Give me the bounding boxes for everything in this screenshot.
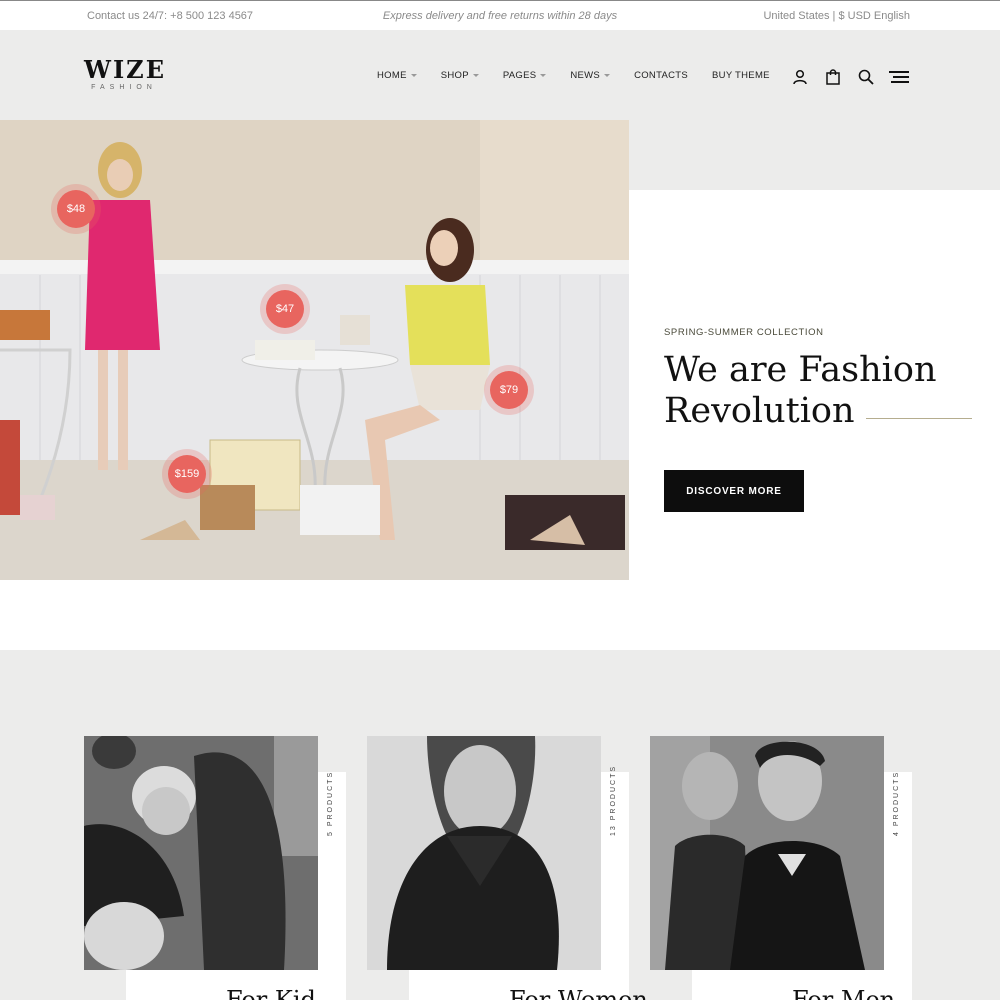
search-icon[interactable] bbox=[855, 66, 877, 88]
chevron-down-icon bbox=[540, 74, 547, 77]
category-count: 13 PRODUCTS bbox=[610, 764, 617, 836]
chevron-down-icon bbox=[604, 74, 611, 77]
locale-selector[interactable]: United States | $ USD English bbox=[763, 10, 910, 22]
logo-sub: FASHION bbox=[91, 84, 157, 91]
nav-shop[interactable]: SHOP bbox=[441, 70, 479, 81]
category-kid[interactable]: 5 PRODUCTS For Kid bbox=[84, 736, 349, 1000]
nav-contacts[interactable]: CONTACTS bbox=[634, 70, 688, 81]
main-nav: HOME SHOP PAGES NEWS CONTACTS BUY THEME bbox=[377, 70, 794, 81]
hero-title: We are Fashion Revolution bbox=[664, 350, 984, 432]
chevron-down-icon bbox=[410, 74, 417, 77]
category-women[interactable]: 13 PRODUCTS For Women bbox=[367, 736, 648, 1000]
hero-photo-illustration bbox=[0, 120, 629, 580]
top-bar: Contact us 24/7: +8 500 123 4567 Express… bbox=[0, 0, 1000, 30]
category-title[interactable]: For Kid bbox=[226, 986, 316, 1000]
category-men[interactable]: 4 PRODUCTS For Men bbox=[650, 736, 915, 1000]
category-image[interactable] bbox=[84, 736, 318, 970]
category-title[interactable]: For Women bbox=[509, 986, 648, 1000]
nav-home[interactable]: HOME bbox=[377, 70, 417, 81]
price-hotspot[interactable]: $159 bbox=[168, 455, 206, 493]
category-image[interactable] bbox=[367, 736, 601, 970]
price-hotspot[interactable]: $48 bbox=[57, 190, 95, 228]
category-count: 5 PRODUCTS bbox=[327, 770, 334, 836]
category-count: 4 PRODUCTS bbox=[893, 770, 900, 836]
nav-news[interactable]: NEWS bbox=[570, 70, 611, 81]
price-hotspot[interactable]: $47 bbox=[266, 290, 304, 328]
hero-text: SPRING-SUMMER COLLECTION We are Fashion … bbox=[664, 327, 984, 432]
hero-title-line1: We are Fashion bbox=[664, 350, 937, 390]
category-photo-illustration bbox=[84, 736, 318, 970]
header-icons bbox=[778, 66, 910, 88]
category-image[interactable] bbox=[650, 736, 884, 970]
logo-main: WIZE bbox=[84, 55, 166, 84]
hero-title-line2: Revolution bbox=[664, 391, 855, 431]
category-photo-illustration bbox=[650, 736, 884, 970]
price-hotspot[interactable]: $79 bbox=[490, 371, 528, 409]
hero-image: $48 $47 $79 $159 bbox=[0, 120, 629, 580]
site-logo[interactable]: WIZE FASHION bbox=[84, 55, 166, 92]
hero-divider bbox=[866, 418, 972, 419]
nav-buy-theme[interactable]: BUY THEME bbox=[712, 70, 770, 81]
category-photo-illustration bbox=[367, 736, 601, 970]
site-header: WIZE FASHION HOME SHOP PAGES NEWS CONTAC… bbox=[0, 30, 1000, 120]
hero-kicker: SPRING-SUMMER COLLECTION bbox=[664, 327, 824, 338]
discover-more-button[interactable]: DISCOVER MORE bbox=[664, 470, 804, 512]
nav-pages[interactable]: PAGES bbox=[503, 70, 547, 81]
user-icon[interactable] bbox=[789, 66, 811, 88]
category-title[interactable]: For Men bbox=[792, 986, 895, 1000]
menu-icon[interactable] bbox=[888, 66, 910, 88]
shopping-bag-icon[interactable] bbox=[822, 66, 844, 88]
chevron-down-icon bbox=[472, 74, 479, 77]
